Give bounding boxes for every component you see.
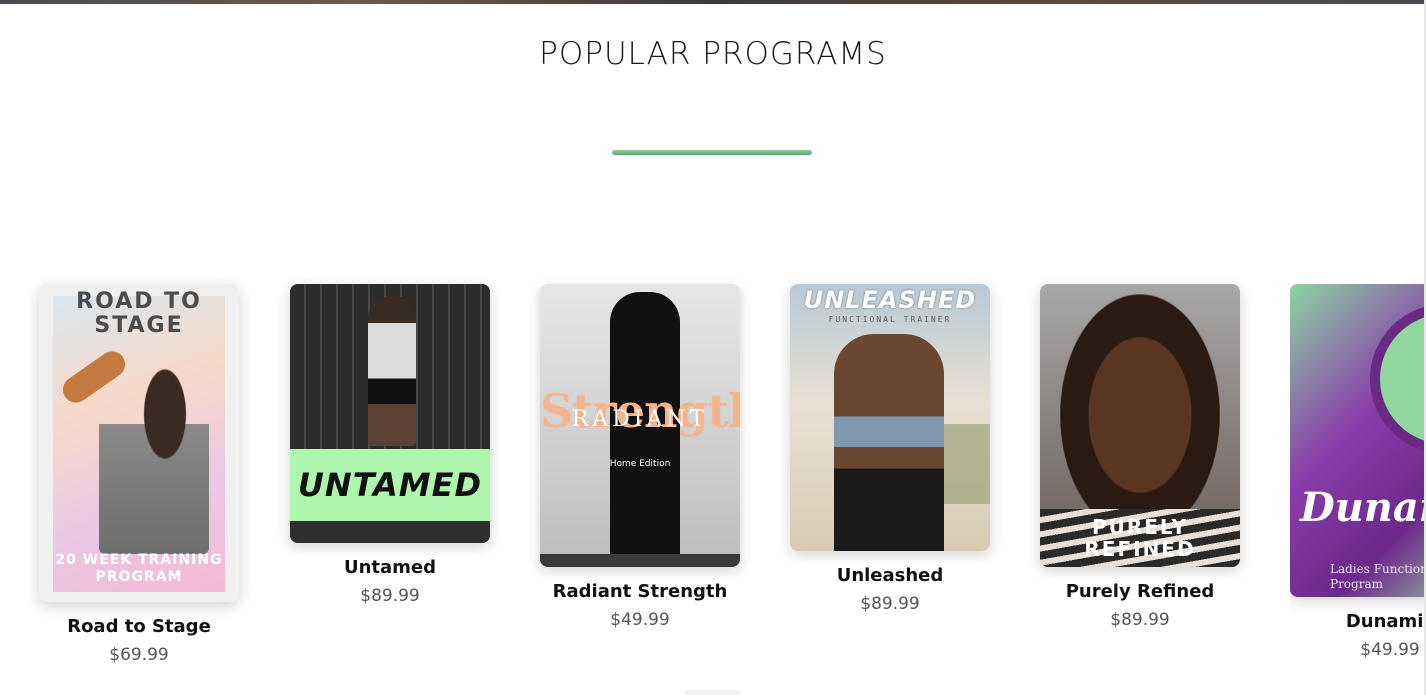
program-cover-image[interactable]: UNTAMED — [290, 284, 490, 543]
program-name[interactable]: Untamed — [290, 557, 490, 578]
program-price: $89.99 — [860, 594, 920, 614]
cover-heading: UNLEASHED — [803, 286, 977, 314]
program-price: $89.99 — [1110, 610, 1170, 630]
title-underline — [612, 150, 812, 155]
cover-floor — [290, 521, 490, 543]
program-name[interactable]: Unleashed — [790, 565, 990, 586]
cover-figure — [99, 354, 209, 554]
cover-grass — [940, 424, 990, 504]
program-cover-image[interactable]: ROAD TO STAGE 20 WEEK TRAINING PROGRAM — [39, 284, 239, 602]
cover-floor — [540, 554, 740, 567]
program-price: $89.99 — [360, 586, 420, 606]
program-card-road-to-stage[interactable]: ROAD TO STAGE 20 WEEK TRAINING PROGRAM R… — [39, 284, 239, 665]
cover-figure — [368, 296, 416, 446]
carousel-indicator[interactable] — [685, 690, 741, 695]
program-card-unleashed[interactable]: UNLEASHED FUNCTIONAL TRAINER Unleashed $… — [790, 284, 990, 614]
program-cover-image[interactable]: PURELY REFINED — [1040, 284, 1240, 567]
cover-heading: ROAD TO STAGE — [76, 289, 202, 338]
cover-overlay-text: RADIANT — [571, 407, 709, 432]
cover-figure — [1060, 294, 1220, 514]
program-card-dunamis[interactable]: Dunamis Ladies Functional Training Progr… — [1290, 284, 1424, 660]
program-price: $49.99 — [1360, 640, 1420, 660]
program-name[interactable]: Road to Stage — [39, 616, 239, 637]
program-price: $49.99 — [610, 610, 670, 630]
cover-footer: 20 WEEK TRAINING PROGRAM — [55, 552, 223, 585]
program-card-purely-refined[interactable]: PURELY REFINED Purely Refined $89.99 — [1040, 284, 1240, 630]
program-price: $69.99 — [109, 645, 169, 665]
program-name[interactable]: Purely Refined — [1040, 581, 1240, 602]
cover-subtitle: FUNCTIONAL TRAINER — [828, 315, 952, 324]
cover-figure — [834, 334, 944, 551]
hero-image-bottom-edge — [0, 0, 1426, 4]
cover-subtitle: Ladies Functional Training Program — [1330, 562, 1424, 591]
cover-heading: UNTAMED — [297, 466, 483, 504]
program-card-untamed[interactable]: UNTAMED Untamed $89.99 — [290, 284, 490, 606]
program-cover-image[interactable]: UNLEASHED FUNCTIONAL TRAINER — [790, 284, 990, 551]
program-cover-image[interactable]: Strength RADIANT Home Edition — [540, 284, 740, 567]
program-card-radiant-strength[interactable]: Strength RADIANT Home Edition Radiant St… — [540, 284, 740, 630]
program-name[interactable]: Radiant Strength — [540, 581, 740, 602]
cover-subtitle: Home Edition — [609, 459, 671, 469]
program-name[interactable]: Dunamis — [1290, 611, 1424, 632]
cover-heading: PURELY REFINED — [1084, 515, 1196, 561]
section-title: POPULAR PROGRAMS — [539, 36, 887, 72]
program-cover-image[interactable]: Dunamis Ladies Functional Training Progr… — [1290, 284, 1424, 597]
cover-heading: Dunamis — [1300, 484, 1424, 531]
